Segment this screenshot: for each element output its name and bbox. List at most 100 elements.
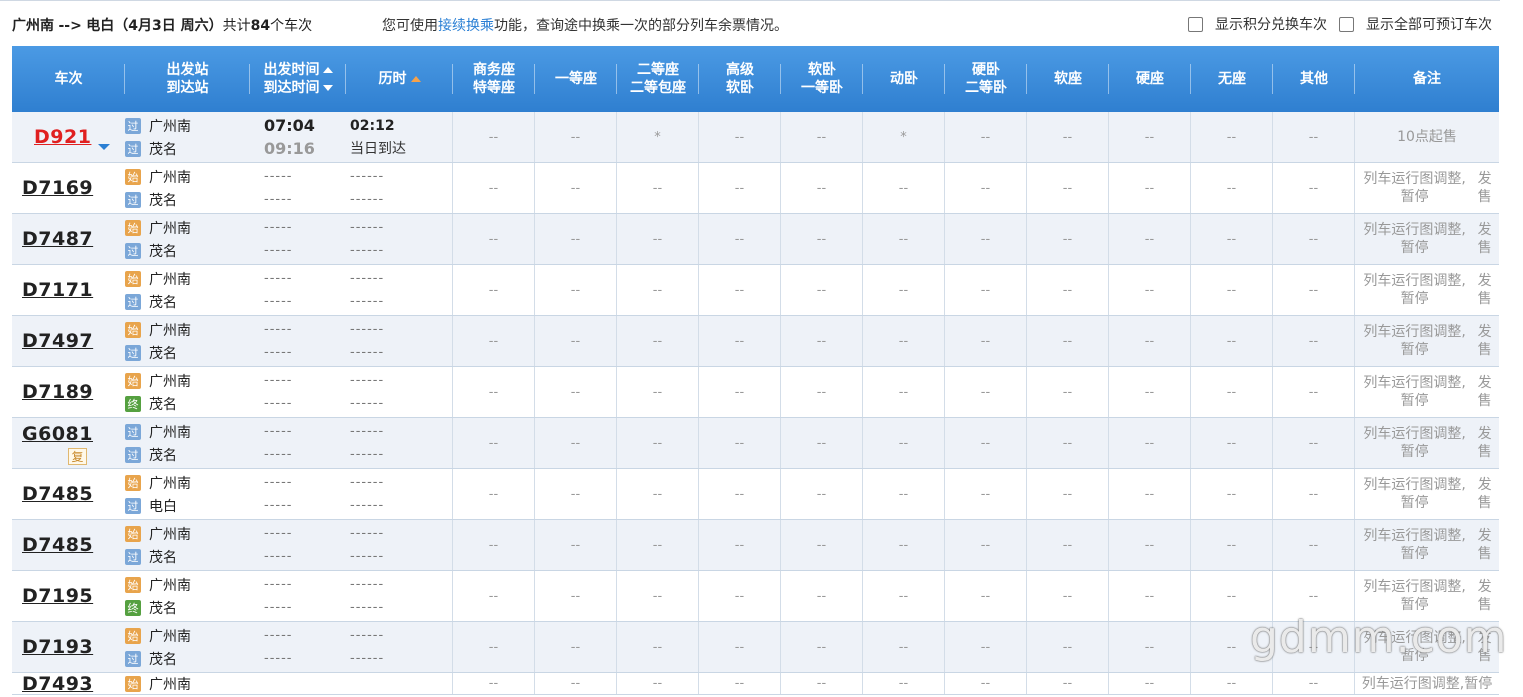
arrival-station: 过茂名 bbox=[125, 647, 177, 670]
duration-placeholder: ------ bbox=[350, 549, 385, 564]
remark-text: 列车运行图调整,暂停 bbox=[1363, 528, 1466, 562]
route-to: 电白 bbox=[86, 18, 115, 34]
remark-text-line2: 发售 bbox=[1477, 477, 1492, 511]
train-list-table: 车次 出发站 到达站 出发时间 到达时间 历时 商务座 特等座 一等座 二等座 二等包… bbox=[12, 46, 1499, 695]
sort-up-icon bbox=[410, 76, 421, 82]
departure-station-name: 广州南 bbox=[149, 322, 191, 339]
stops-dropdown-icon[interactable] bbox=[98, 144, 110, 150]
time-cell: ----- ----- bbox=[250, 265, 346, 315]
train-number-link[interactable]: D7487 bbox=[22, 228, 93, 250]
train-number-link[interactable]: D7485 bbox=[22, 534, 93, 556]
col-business: 商务座 特等座 bbox=[453, 46, 535, 112]
show-points-trains-option[interactable]: 显示积分兑换车次 bbox=[1188, 14, 1327, 34]
col-ruanzuo-label: 软座 bbox=[1054, 71, 1082, 87]
show-all-bookable-option[interactable]: 显示全部可预订车次 bbox=[1339, 14, 1492, 34]
train-number-link[interactable]: G6081 bbox=[22, 423, 93, 445]
train-number-cell: D7189 bbox=[12, 367, 125, 417]
col-time[interactable]: 出发时间 到达时间 bbox=[250, 46, 346, 112]
time-placeholder: ----- bbox=[264, 322, 293, 337]
train-number-link[interactable]: D7195 bbox=[22, 585, 93, 607]
seat-availability-cell: -- bbox=[535, 571, 617, 621]
table-row[interactable]: D7485 始广州南过茂名 ----- ----- ------ ------ -- -- --… bbox=[12, 520, 1499, 571]
departure-station-type-badge: 始 bbox=[125, 168, 141, 185]
sort-departure[interactable]: 出发时间 bbox=[264, 61, 333, 79]
station-cell: 始广州南过茂名 bbox=[125, 163, 250, 213]
table-row[interactable]: D7169 始广州南过茂名 ----- ----- ------ ------ -- -- --… bbox=[12, 163, 1499, 214]
table-row[interactable]: D7493 始广州南 ----- ------ -- -- -- -- -- -- -- -- -- --… bbox=[12, 673, 1499, 695]
train-number-link[interactable]: D7493 bbox=[22, 673, 93, 694]
train-number-link[interactable]: D7171 bbox=[22, 279, 93, 301]
arrival-station: 终茂名 bbox=[125, 392, 177, 415]
train-number-link[interactable]: D7485 bbox=[22, 483, 93, 505]
arrival-station-name: 电白 bbox=[149, 498, 177, 515]
seat-availability-cell: -- bbox=[1191, 214, 1273, 264]
seat-availability-cell: -- bbox=[1273, 367, 1355, 417]
arrival-station-type-badge: 过 bbox=[125, 242, 141, 259]
train-number-link[interactable]: D7193 bbox=[22, 636, 93, 658]
table-row[interactable]: D7485 始广州南过电白 ----- ----- ------ ------ -- -- --… bbox=[12, 469, 1499, 520]
seat-availability-cell: -- bbox=[945, 469, 1027, 519]
table-row[interactable]: D7189 始广州南终茂名 ----- ----- ------ ------ -- -- --… bbox=[12, 367, 1499, 418]
seat-availability-cell: -- bbox=[863, 163, 945, 213]
departure-station: 始广州南 bbox=[125, 673, 191, 694]
seat-availability-cell: -- bbox=[699, 214, 781, 264]
table-row[interactable]: G6081 复过广州南过茂名 ----- ----- ------ ------ -- -- -… bbox=[12, 418, 1499, 469]
sort-arrival[interactable]: 到达时间 bbox=[264, 79, 333, 97]
table-row[interactable]: D7497 始广州南过茂名 ----- ----- ------ ------ -- -- --… bbox=[12, 316, 1499, 367]
seat-availability-cell: -- bbox=[535, 112, 617, 162]
departure-station: 始广州南 bbox=[125, 369, 191, 392]
seat-availability-cell: -- bbox=[863, 265, 945, 315]
station-cell: 始广州南过茂名 bbox=[125, 265, 250, 315]
train-number-link[interactable]: D7189 bbox=[22, 381, 93, 403]
departure-station-type-badge: 始 bbox=[125, 321, 141, 338]
seat-availability-cell: -- bbox=[1191, 316, 1273, 366]
seat-availability-cell: -- bbox=[1191, 418, 1273, 468]
arrival-time: 09:16 bbox=[264, 139, 315, 158]
transfer-link[interactable]: 接续换乘 bbox=[438, 18, 494, 34]
arrival-station-name: 茂名 bbox=[149, 294, 177, 311]
duration-placeholder: ------ bbox=[350, 475, 385, 490]
table-row[interactable]: D7487 始广州南过茂名 ----- ----- ------ ------ -- -- --… bbox=[12, 214, 1499, 265]
seat-availability-cell: -- bbox=[945, 214, 1027, 264]
col-duration[interactable]: 历时 bbox=[346, 46, 453, 112]
train-number-link[interactable]: D921 bbox=[34, 126, 91, 148]
col-emu-sleeper: 动卧 bbox=[863, 46, 945, 112]
duration-placeholder: ------ bbox=[350, 628, 385, 643]
table-row[interactable]: D921 过广州南过茂名 07:04 09:16 02:12 当日到达 -- -- * -- -- *… bbox=[12, 112, 1499, 163]
table-row[interactable]: D7171 始广州南过茂名 ----- ----- ------ ------ -- -- --… bbox=[12, 265, 1499, 316]
seat-availability-cell: -- bbox=[699, 112, 781, 162]
train-number-link[interactable]: D7497 bbox=[22, 330, 93, 352]
col-time-bottom: 到达时间 bbox=[263, 80, 320, 96]
train-number-cell: D7493 bbox=[12, 673, 125, 694]
time-cell: ----- ----- bbox=[250, 316, 346, 366]
seat-availability-cell: -- bbox=[617, 367, 699, 417]
departure-station: 过广州南 bbox=[125, 420, 191, 443]
train-number-cell: G6081 复 bbox=[12, 418, 125, 468]
seat-availability-cell: -- bbox=[781, 163, 863, 213]
show-points-trains-checkbox[interactable] bbox=[1188, 16, 1203, 32]
departure-station-name: 广州南 bbox=[149, 118, 191, 135]
transfer-tip: 您可使用接续换乘功能，查询途中换乘一次的部分列车余票情况。 bbox=[382, 15, 788, 35]
seat-availability-cell: -- bbox=[945, 316, 1027, 366]
show-all-bookable-checkbox[interactable] bbox=[1339, 16, 1354, 32]
sort-duration[interactable]: 历时 bbox=[379, 70, 421, 88]
station-cell: 始广州南过电白 bbox=[125, 469, 250, 519]
seat-availability-cell: -- bbox=[1191, 469, 1273, 519]
duration-placeholder: ------ bbox=[350, 271, 385, 286]
arrival-station-name: 茂名 bbox=[149, 192, 177, 209]
col-other: 其他 bbox=[1273, 46, 1355, 112]
departure-station: 始广州南 bbox=[125, 471, 191, 494]
seat-availability-cell: -- bbox=[863, 469, 945, 519]
arrival-station-name: 茂名 bbox=[149, 243, 177, 260]
arrival-station: 终茂名 bbox=[125, 596, 177, 619]
departure-station-name: 广州南 bbox=[149, 271, 191, 288]
time-cell: ----- ----- bbox=[250, 622, 346, 672]
train-number-link[interactable]: D7169 bbox=[22, 177, 93, 199]
duration-placeholder: ------ bbox=[350, 577, 385, 592]
remark-text: 列车运行图调整,暂停 bbox=[1363, 375, 1466, 409]
arrival-station-type-badge: 过 bbox=[125, 293, 141, 310]
seat-availability-cell: -- bbox=[617, 214, 699, 264]
route-date: （4月3日 周六） bbox=[114, 18, 223, 34]
remark-cell: 列车运行图调整,暂停 发售 bbox=[1355, 418, 1499, 468]
arrival-station: 过茂名 bbox=[125, 443, 177, 466]
